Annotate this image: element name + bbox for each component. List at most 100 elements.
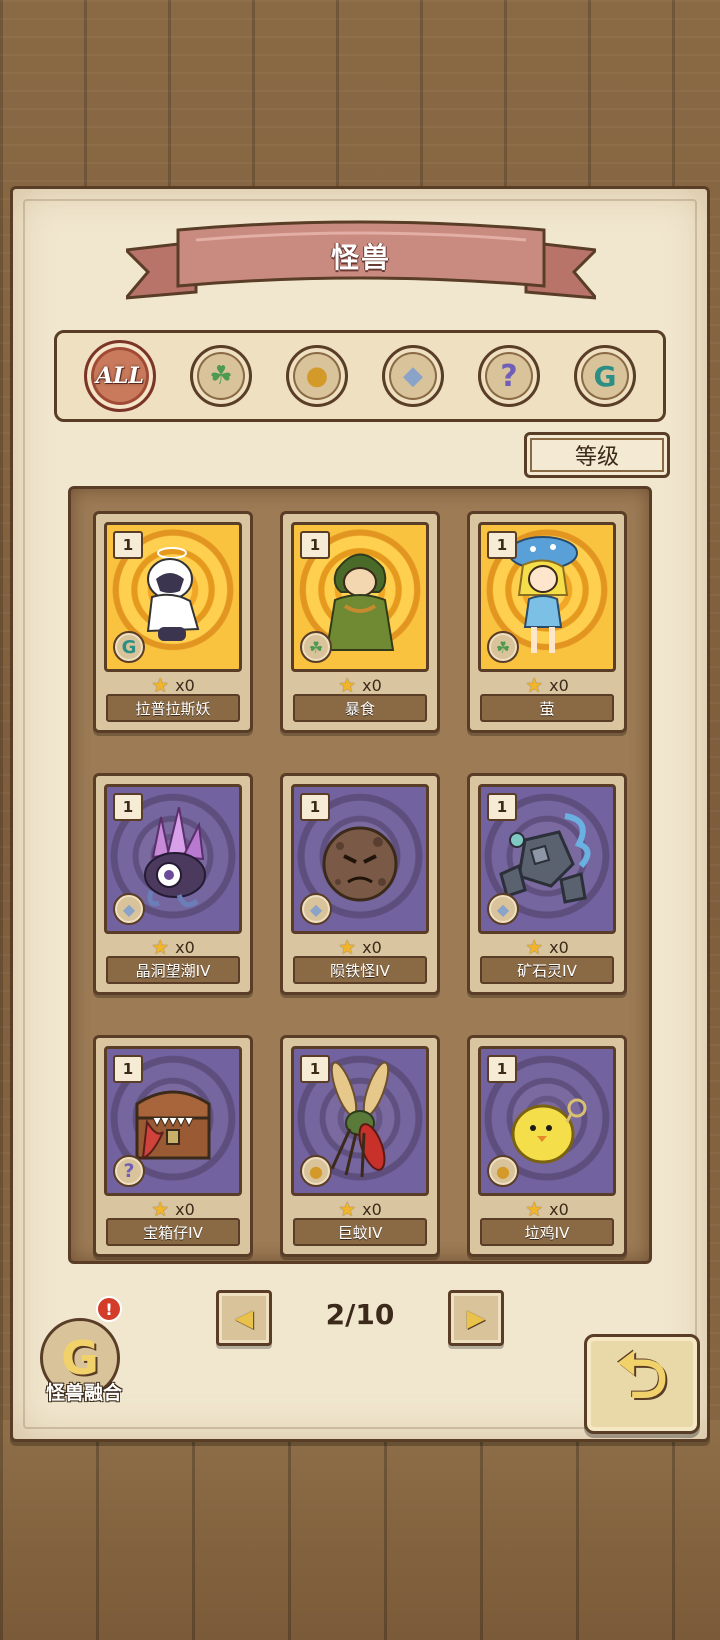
page-title: 怪兽 xyxy=(330,241,391,274)
monster-card[interactable]: 1 ◆ ★ x0 矿石灵IV xyxy=(467,773,627,995)
question-icon: ? xyxy=(500,358,518,394)
star-count: ★ x0 xyxy=(470,935,624,959)
star-count: ★ x0 xyxy=(283,935,437,959)
alert-badge: ! xyxy=(96,1296,122,1322)
monster-name: 萤 xyxy=(480,694,614,722)
crystal-icon: ◆ xyxy=(403,361,423,391)
card-art: 1 ◆ xyxy=(104,784,242,934)
type-badge: ◆ xyxy=(487,893,519,925)
level-badge: 1 xyxy=(300,1055,330,1083)
fusion-label: 怪兽融合 xyxy=(45,1382,122,1404)
filter-beast-button[interactable]: ● xyxy=(286,345,348,407)
type-badge: ☘ xyxy=(487,631,519,663)
count-label: x0 xyxy=(362,937,382,957)
wood-floor xyxy=(0,1420,720,1640)
monster-name: 矿石灵IV xyxy=(480,956,614,984)
card-art: 1 ◆ xyxy=(478,784,616,934)
paw-icon: ● xyxy=(309,1161,323,1181)
monster-card[interactable]: 1 ☘ ★ x0 暴食 xyxy=(280,511,440,733)
count-label: x0 xyxy=(175,1199,195,1219)
star-count: ★ x0 xyxy=(283,1197,437,1221)
monster-name: 拉普拉斯妖 xyxy=(106,694,240,722)
level-badge: 1 xyxy=(113,793,143,821)
sort-by-level-button[interactable]: 等级 xyxy=(524,432,670,478)
type-badge: ● xyxy=(487,1155,519,1187)
monster-grid: 1 G ★ x0 拉普拉斯妖 1 ☘ ★ x0 暴食 1 ☘ ★ x0 萤 1 … xyxy=(93,511,633,1257)
type-badge: ◆ xyxy=(113,893,145,925)
question-icon: ? xyxy=(123,1160,135,1182)
prev-page-button[interactable]: ◀ xyxy=(216,1290,272,1346)
crystal-icon: ◆ xyxy=(496,899,510,919)
type-badge: ? xyxy=(113,1155,145,1187)
monster-name: 宝箱仔IV xyxy=(106,1218,240,1246)
arrow-right-icon: ▶ xyxy=(466,1304,486,1332)
monster-name: 陨铁怪IV xyxy=(293,956,427,984)
card-art: 1 ● xyxy=(478,1046,616,1196)
count-label: x0 xyxy=(362,675,382,695)
level-badge: 1 xyxy=(113,531,143,559)
title-ribbon: 怪兽 xyxy=(126,220,596,308)
count-label: x0 xyxy=(362,1199,382,1219)
card-art: 1 ☘ xyxy=(478,522,616,672)
filter-all-label: ALL xyxy=(95,363,144,389)
monster-card[interactable]: 1 ◆ ★ x0 陨铁怪IV xyxy=(280,773,440,995)
star-count: ★ x0 xyxy=(96,673,250,697)
g-swirl-icon: G xyxy=(121,636,137,658)
filter-all-button[interactable]: ALL xyxy=(84,340,156,412)
filter-unknown-button[interactable]: ? xyxy=(478,345,540,407)
type-badge: ☘ xyxy=(300,631,332,663)
filter-bar: ALL ☘ ● ◆ ? G xyxy=(54,330,666,422)
back-arrow-icon: ⮌ xyxy=(616,1339,668,1413)
filter-crystal-button[interactable]: ◆ xyxy=(382,345,444,407)
card-art: 1 ☘ xyxy=(291,522,429,672)
monster-card[interactable]: 1 G ★ x0 拉普拉斯妖 xyxy=(93,511,253,733)
crystal-icon: ◆ xyxy=(309,899,323,919)
card-art: 1 ◆ xyxy=(291,784,429,934)
star-count: ★ x0 xyxy=(283,673,437,697)
type-badge: ◆ xyxy=(300,893,332,925)
monster-name: 垃鸡IV xyxy=(480,1218,614,1246)
level-badge: 1 xyxy=(487,793,517,821)
back-button[interactable]: ⮌ xyxy=(584,1334,700,1434)
leaf-icon: ☘ xyxy=(308,637,324,657)
next-page-button[interactable]: ▶ xyxy=(448,1290,504,1346)
count-label: x0 xyxy=(549,675,569,695)
monster-card[interactable]: 1 ◆ ★ x0 晶洞望潮IV xyxy=(93,773,253,995)
paw-icon: ● xyxy=(496,1161,510,1181)
star-count: ★ x0 xyxy=(470,673,624,697)
monster-name: 巨蚊IV xyxy=(293,1218,427,1246)
monster-name: 暴食 xyxy=(293,694,427,722)
monster-name: 晶洞望潮IV xyxy=(106,956,240,984)
monster-card[interactable]: 1 ● ★ x0 巨蚊IV xyxy=(280,1035,440,1257)
star-count: ★ x0 xyxy=(96,1197,250,1221)
page-indicator: 2/10 xyxy=(325,1298,395,1331)
card-art: 1 ? xyxy=(104,1046,242,1196)
card-art: 1 G xyxy=(104,522,242,672)
count-label: x0 xyxy=(175,937,195,957)
star-count: ★ x0 xyxy=(470,1197,624,1221)
monster-card[interactable]: 1 ● ★ x0 垃鸡IV xyxy=(467,1035,627,1257)
monster-card[interactable]: 1 ? ★ x0 宝箱仔IV xyxy=(93,1035,253,1257)
count-label: x0 xyxy=(175,675,195,695)
level-badge: 1 xyxy=(300,531,330,559)
monster-board: 1 G ★ x0 拉普拉斯妖 1 ☘ ★ x0 暴食 1 ☘ ★ x0 萤 1 … xyxy=(68,486,652,1264)
type-badge: ● xyxy=(300,1155,332,1187)
level-badge: 1 xyxy=(300,793,330,821)
count-label: x0 xyxy=(549,937,569,957)
arrow-left-icon: ◀ xyxy=(234,1304,254,1332)
monster-fusion-button[interactable]: G ! 怪兽融合 xyxy=(34,1296,130,1414)
paw-icon: ● xyxy=(305,361,329,391)
level-badge: 1 xyxy=(487,531,517,559)
monster-card[interactable]: 1 ☘ ★ x0 萤 xyxy=(467,511,627,733)
leaf-icon: ☘ xyxy=(209,361,233,391)
filter-special-button[interactable]: G xyxy=(574,345,636,407)
star-count: ★ x0 xyxy=(96,935,250,959)
filter-plant-button[interactable]: ☘ xyxy=(190,345,252,407)
count-label: x0 xyxy=(549,1199,569,1219)
crystal-icon: ◆ xyxy=(122,899,136,919)
g-swirl-icon: G xyxy=(593,359,617,393)
level-badge: 1 xyxy=(487,1055,517,1083)
type-badge: G xyxy=(113,631,145,663)
level-badge: 1 xyxy=(113,1055,143,1083)
leaf-icon: ☘ xyxy=(495,637,511,657)
